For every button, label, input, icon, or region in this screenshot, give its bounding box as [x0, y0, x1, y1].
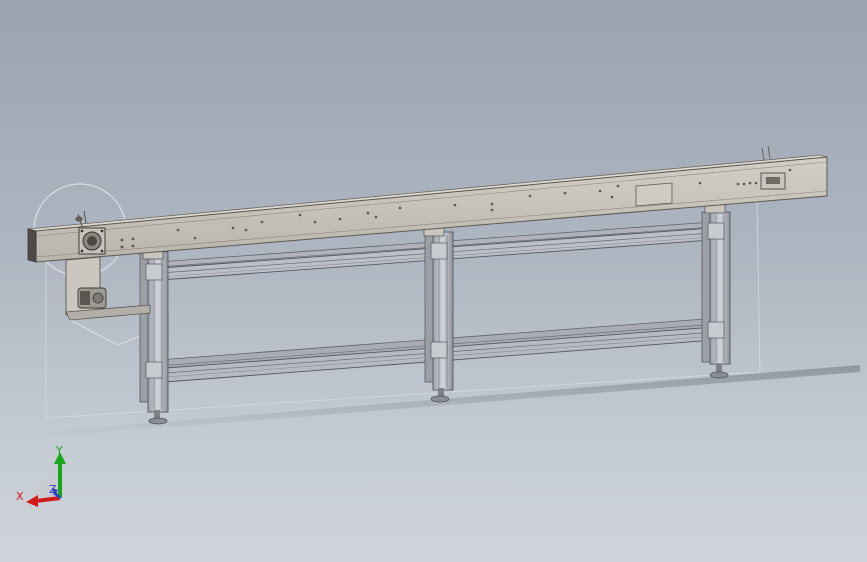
coordinate-triad: Y X Z — [16, 444, 66, 507]
leg-right — [701, 194, 731, 379]
z-axis-label: Z — [49, 483, 57, 496]
motor[interactable] — [77, 287, 107, 309]
end-bracket — [760, 172, 786, 190]
end-rods — [761, 145, 771, 161]
drive-flange[interactable] — [78, 227, 106, 255]
y-axis-label: Y — [55, 444, 63, 457]
graphics-viewport[interactable]: Y X Z — [0, 0, 867, 562]
x-axis-arrow — [26, 495, 38, 507]
x-axis-label: X — [16, 490, 24, 503]
name-plate — [635, 182, 673, 207]
conveyor-model[interactable] — [0, 0, 867, 562]
